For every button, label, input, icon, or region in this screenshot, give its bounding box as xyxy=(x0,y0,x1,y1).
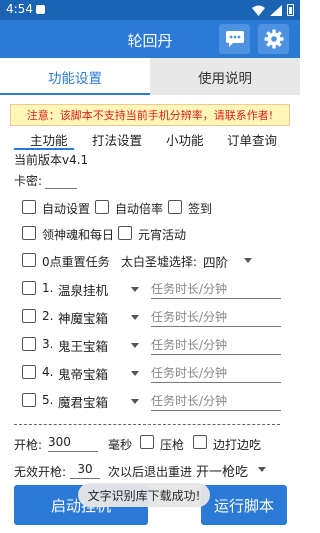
version-label: 当前版本v4.1 xyxy=(14,153,89,167)
reset-midnight-checkbox[interactable] xyxy=(22,253,36,267)
subtab-combat[interactable]: 打法设置 xyxy=(92,130,142,149)
secret-input[interactable] xyxy=(45,172,77,189)
task-2-checkbox[interactable] xyxy=(22,309,36,323)
task-4-num: 4. xyxy=(42,365,54,379)
invalid-fire-input[interactable]: 30 xyxy=(70,462,100,479)
tab-instructions[interactable]: 使用说明 xyxy=(150,58,300,95)
chevron-down-icon xyxy=(258,467,266,472)
chat-button[interactable] xyxy=(219,24,250,54)
status-bar: 4:54 xyxy=(0,0,300,20)
edge-eat-label: 边打边吃 xyxy=(213,438,262,452)
task-2-num: 2. xyxy=(42,309,54,323)
fire-unit-label: 毫秒 xyxy=(108,438,133,452)
subtab-orders[interactable]: 订单查询 xyxy=(227,130,277,149)
chevron-down-icon xyxy=(131,399,139,404)
task-2-select[interactable]: 神魔宝箱 xyxy=(58,308,108,327)
chevron-down-icon xyxy=(244,258,252,263)
notification-icon xyxy=(36,5,45,14)
run-script-button[interactable]: 运行脚本 xyxy=(201,485,287,525)
wifi-icon xyxy=(252,5,265,16)
chevron-down-icon xyxy=(131,287,139,292)
signal-icon xyxy=(270,4,282,16)
lantern-event-checkbox[interactable] xyxy=(118,226,132,240)
claim-daily-label: 领神魂和每日 xyxy=(42,228,115,242)
claim-daily-checkbox[interactable] xyxy=(22,226,36,240)
auto-settings-checkbox[interactable] xyxy=(22,200,36,214)
main-tabs: 功能设置 使用说明 xyxy=(0,58,300,95)
task-2-duration-input[interactable]: 任务时长/分钟 xyxy=(151,308,281,327)
chat-bubble-icon xyxy=(225,31,244,47)
task-5-checkbox[interactable] xyxy=(22,393,36,407)
task-1-num: 1. xyxy=(42,281,54,295)
lantern-event-label: 元宵活动 xyxy=(138,228,187,242)
task-1-duration-input[interactable]: 任务时长/分钟 xyxy=(151,280,281,299)
task-4-select[interactable]: 鬼帝宝箱 xyxy=(58,364,108,383)
reset-midnight-label: 0点重置任务 xyxy=(42,255,110,269)
sign-in-label: 签到 xyxy=(188,202,213,216)
auto-multiplier-label: 自动倍率 xyxy=(115,202,164,216)
chevron-down-icon xyxy=(131,315,139,320)
battery-icon xyxy=(287,4,294,16)
status-time: 4:54 xyxy=(6,2,33,16)
auto-multiplier-checkbox[interactable] xyxy=(95,200,109,214)
task-5-select[interactable]: 魔君宝箱 xyxy=(58,392,108,411)
subtab-indicator xyxy=(14,148,74,150)
resolution-warning: 注意：该脚本不支持当前手机分辨率，请联系作者! xyxy=(10,104,290,126)
task-3-num: 3. xyxy=(42,337,54,351)
chevron-down-icon xyxy=(131,343,139,348)
task-3-select[interactable]: 鬼王宝箱 xyxy=(58,336,108,355)
gear-icon xyxy=(264,29,283,49)
task-5-duration-input[interactable]: 任务时长/分钟 xyxy=(151,392,281,411)
subtab-main[interactable]: 主功能 xyxy=(30,130,68,149)
subtab-minor[interactable]: 小功能 xyxy=(166,130,204,149)
app-bar: 轮回丹 xyxy=(0,20,300,58)
edge-eat-checkbox[interactable] xyxy=(193,435,207,449)
toast-message: 文字识别库下载成功! xyxy=(78,483,210,507)
press-gun-checkbox[interactable] xyxy=(140,435,154,449)
sign-in-checkbox[interactable] xyxy=(168,200,182,214)
status-icons xyxy=(252,4,294,16)
tab-function-settings[interactable]: 功能设置 xyxy=(0,58,150,95)
task-4-checkbox[interactable] xyxy=(22,365,36,379)
fire-mode-select[interactable]: 开一枪吃 xyxy=(196,461,248,480)
task-4-duration-input[interactable]: 任务时长/分钟 xyxy=(151,364,281,383)
task-3-duration-input[interactable]: 任务时长/分钟 xyxy=(151,336,281,355)
settings-button[interactable] xyxy=(258,24,289,54)
task-5-num: 5. xyxy=(42,393,54,407)
auto-settings-label: 自动设置 xyxy=(42,202,91,216)
taibai-label: 太白圣墟选择: xyxy=(121,255,198,269)
sub-tabs: 主功能 打法设置 小功能 订单查询 xyxy=(14,130,300,148)
invalid-fire-label: 无效开枪: xyxy=(14,465,67,479)
taibai-select[interactable]: 四阶 xyxy=(203,252,228,271)
invalid-fire-after-label: 次以后退出重进 xyxy=(108,465,193,479)
app-title: 轮回丹 xyxy=(127,32,173,50)
fire-label: 开枪: xyxy=(14,438,43,452)
secret-label: 卡密: xyxy=(14,174,43,188)
chevron-down-icon xyxy=(131,371,139,376)
press-gun-label: 压枪 xyxy=(160,438,185,452)
task-1-checkbox[interactable] xyxy=(22,281,36,295)
task-1-select[interactable]: 温泉挂机 xyxy=(58,280,108,299)
fire-interval-input[interactable]: 300 xyxy=(48,435,98,452)
task-3-checkbox[interactable] xyxy=(22,337,36,351)
section-divider xyxy=(14,424,280,425)
tab-indicator xyxy=(0,93,150,95)
